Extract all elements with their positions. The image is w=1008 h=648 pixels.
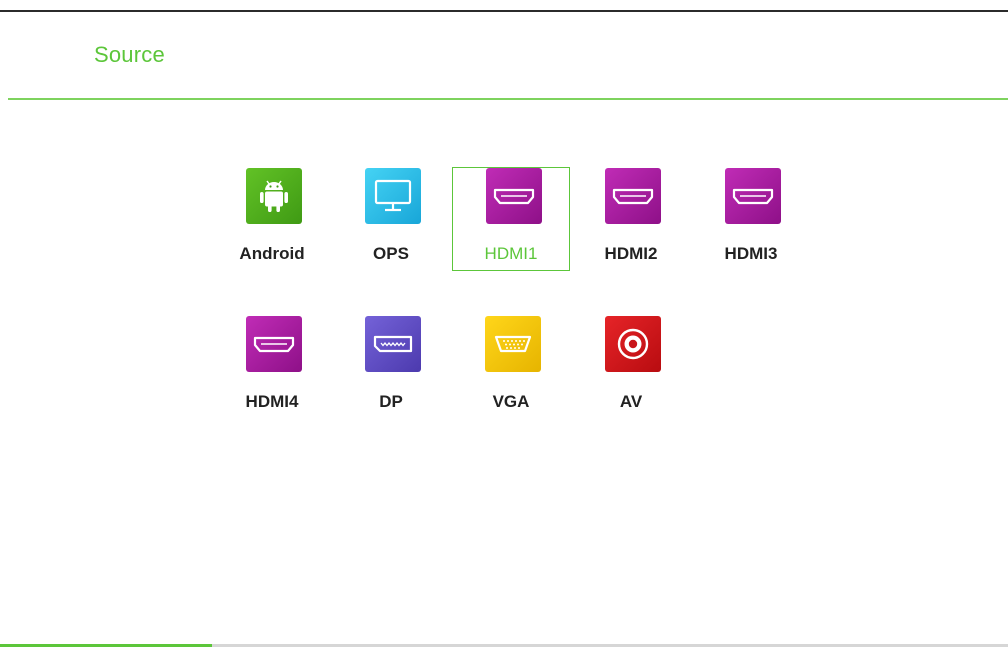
source-label: AV	[619, 392, 643, 411]
monitor-icon	[365, 168, 421, 224]
scroll-progress-bar	[0, 644, 212, 647]
source-tile-hdmi1[interactable]: HDMI1	[452, 167, 570, 271]
page-title: Source	[94, 42, 165, 67]
source-tile-hdmi4[interactable]: HDMI4	[213, 316, 331, 420]
android-icon	[246, 168, 302, 224]
source-tile-hdmi3[interactable]: HDMI3	[692, 168, 810, 272]
source-label: HDMI3	[724, 244, 778, 263]
hdmi-port-icon	[246, 316, 302, 372]
title-divider	[8, 98, 1008, 100]
source-tile-dp[interactable]: DP	[332, 316, 450, 420]
source-label: HDMI2	[604, 244, 658, 263]
vga-port-icon	[485, 316, 541, 372]
rca-port-icon	[605, 316, 661, 372]
source-tile-hdmi2[interactable]: HDMI2	[572, 168, 690, 272]
source-label: HDMI1	[484, 244, 538, 263]
source-label: OPS	[373, 244, 409, 263]
source-tile-ops[interactable]: OPS	[332, 168, 450, 272]
source-label: VGA	[492, 392, 530, 411]
displayport-icon	[365, 316, 421, 372]
top-border	[0, 10, 1008, 12]
source-page: Source Android OPS HDMI1 HDMI2 HDMI3 HDM…	[0, 0, 1008, 648]
hdmi-port-icon	[605, 168, 661, 224]
source-tile-android[interactable]: Android	[213, 168, 331, 272]
source-label: HDMI4	[245, 392, 299, 411]
source-tile-av[interactable]: AV	[572, 316, 690, 420]
hdmi-port-icon	[725, 168, 781, 224]
source-label: Android	[239, 244, 305, 263]
hdmi-port-icon	[486, 168, 542, 224]
source-label: DP	[379, 392, 403, 411]
source-tile-vga[interactable]: VGA	[452, 316, 570, 420]
